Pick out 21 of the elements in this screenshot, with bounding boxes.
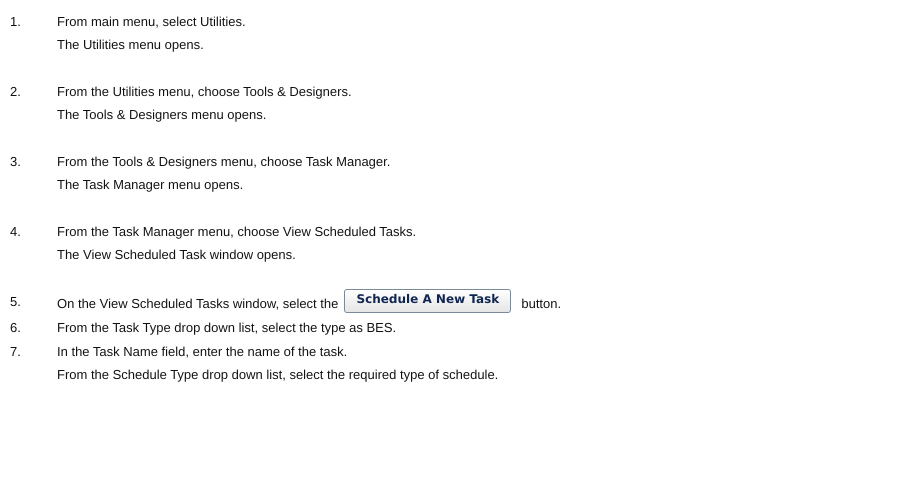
step-text: From the Utilities menu, choose Tools & Designers. bbox=[57, 83, 352, 101]
step-text: From the Task Manager menu, choose View Scheduled Tasks. bbox=[57, 223, 416, 241]
step-number: 4. bbox=[10, 223, 22, 241]
step-text: In the Task Name field, enter the name of the task. bbox=[57, 343, 348, 361]
step-result: From the Schedule Type drop down list, select the required type of schedule. bbox=[57, 366, 498, 384]
step-result: The Utilities menu opens. bbox=[57, 36, 205, 54]
schedule-new-task-button[interactable]: Schedule A New Task bbox=[344, 289, 512, 313]
step-number: 1. bbox=[10, 13, 22, 31]
step-number: 3. bbox=[10, 153, 22, 171]
step-text: From the Task Type drop down list, select the type as BES. bbox=[57, 319, 396, 337]
step-text: button. bbox=[521, 295, 562, 313]
step-text: On the View Scheduled Tasks window, select the bbox=[57, 295, 338, 313]
step-result: The Task Manager menu opens. bbox=[57, 176, 244, 194]
step-text: From the Tools & Designers menu, choose Task Manager. bbox=[57, 153, 390, 171]
step-text: From main menu, select Utilities. bbox=[57, 13, 246, 31]
step-result: The View Scheduled Task window opens. bbox=[57, 246, 297, 264]
step-number: 5. bbox=[10, 293, 22, 311]
step-number: 6. bbox=[10, 319, 22, 337]
step-number: 7. bbox=[10, 343, 22, 361]
step-result: The Tools & Designers menu opens. bbox=[57, 106, 268, 124]
step-number: 2. bbox=[10, 83, 22, 101]
